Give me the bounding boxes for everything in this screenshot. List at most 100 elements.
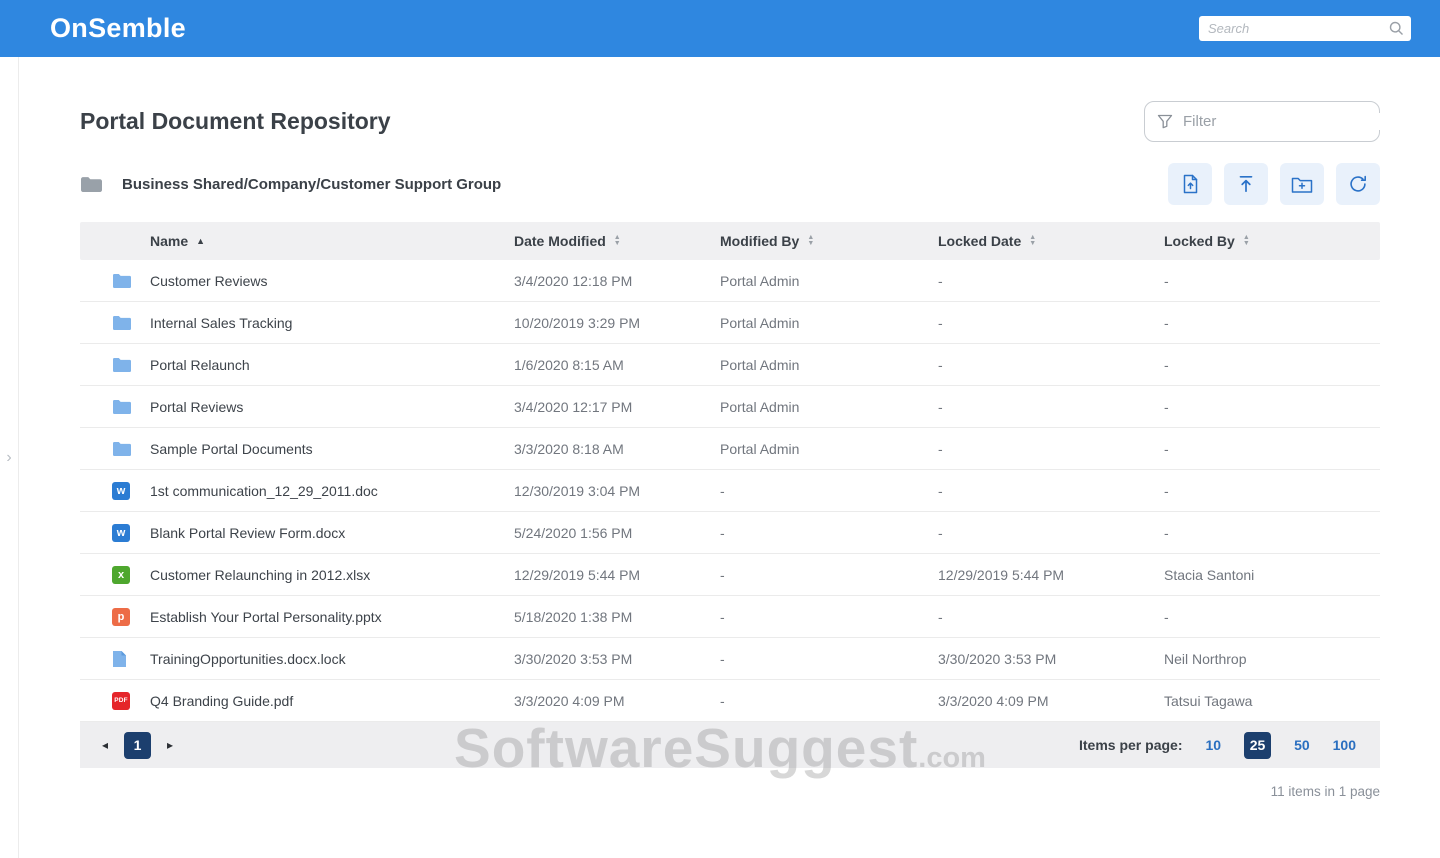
items-per-page-option-25[interactable]: 25 xyxy=(1244,732,1271,759)
modified-by: Portal Admin xyxy=(720,357,938,373)
table-row[interactable]: w 1st communication_12_29_2011.doc 12/30… xyxy=(80,470,1380,512)
upload-file-icon xyxy=(1181,174,1200,194)
locked-by: - xyxy=(1164,441,1380,457)
items-per-page-options: 10 25 50 100 xyxy=(1205,732,1356,759)
prev-page-button[interactable]: ◂ xyxy=(102,738,108,752)
pdf-icon: PDF xyxy=(80,692,150,710)
date-modified: 3/4/2020 12:17 PM xyxy=(514,399,720,415)
locked-by: - xyxy=(1164,483,1380,499)
table-row[interactable]: Sample Portal Documents 3/3/2020 8:18 AM… xyxy=(80,428,1380,470)
table-row[interactable]: p Establish Your Portal Personality.pptx… xyxy=(80,596,1380,638)
modified-by: - xyxy=(720,651,938,667)
table-row[interactable]: Portal Reviews 3/4/2020 12:17 PM Portal … xyxy=(80,386,1380,428)
file-name[interactable]: Sample Portal Documents xyxy=(150,441,514,457)
locked-by: - xyxy=(1164,525,1380,541)
table-header: Name ▲ Date Modified ▲▼ Modified By ▲▼ L… xyxy=(80,222,1380,260)
locked-date: 12/29/2019 5:44 PM xyxy=(938,567,1164,583)
file-icon xyxy=(80,650,150,668)
breadcrumb: Business Shared/Company/Customer Support… xyxy=(122,176,501,193)
locked-date: 3/30/2020 3:53 PM xyxy=(938,651,1164,667)
locked-date: - xyxy=(938,399,1164,415)
table-row[interactable]: Internal Sales Tracking 10/20/2019 3:29 … xyxy=(80,302,1380,344)
locked-by: - xyxy=(1164,609,1380,625)
table-row[interactable]: w Blank Portal Review Form.docx 5/24/202… xyxy=(80,512,1380,554)
file-name[interactable]: Establish Your Portal Personality.pptx xyxy=(150,609,514,625)
table-row[interactable]: Portal Relaunch 1/6/2020 8:15 AM Portal … xyxy=(80,344,1380,386)
file-name[interactable]: Internal Sales Tracking xyxy=(150,315,514,331)
date-modified: 1/6/2020 8:15 AM xyxy=(514,357,720,373)
filter-box xyxy=(1144,101,1380,142)
page-title: Portal Document Repository xyxy=(80,108,391,135)
top-bar: OnSemble xyxy=(0,0,1440,57)
new-folder-icon xyxy=(1291,175,1313,194)
next-page-button[interactable]: ▸ xyxy=(167,738,173,752)
locked-date: - xyxy=(938,315,1164,331)
folder-icon xyxy=(80,441,150,456)
pagination-bar: ◂ 1 ▸ Items per page: 102550100 xyxy=(80,722,1380,768)
locked-date: - xyxy=(938,441,1164,457)
new-folder-button[interactable] xyxy=(1280,163,1324,205)
column-header-modified-by[interactable]: Modified By ▲▼ xyxy=(720,233,938,249)
modified-by: - xyxy=(720,483,938,499)
table-row[interactable]: Customer Reviews 3/4/2020 12:18 PM Porta… xyxy=(80,260,1380,302)
main-content: Portal Document Repository Business Shar… xyxy=(19,57,1440,799)
file-name[interactable]: Customer Reviews xyxy=(150,273,514,289)
table-row[interactable]: x Customer Relaunching in 2012.xlsx 12/2… xyxy=(80,554,1380,596)
modified-by: Portal Admin xyxy=(720,273,938,289)
current-page-button[interactable]: 1 xyxy=(124,732,151,759)
column-header-name[interactable]: Name ▲ xyxy=(150,233,514,249)
folder-breadcrumb-icon xyxy=(80,176,103,193)
file-name[interactable]: Portal Relaunch xyxy=(150,357,514,373)
modified-by: Portal Admin xyxy=(720,441,938,457)
locked-by: - xyxy=(1164,357,1380,373)
date-modified: 3/3/2020 8:18 AM xyxy=(514,441,720,457)
column-header-date-modified[interactable]: Date Modified ▲▼ xyxy=(514,233,720,249)
search-icon[interactable] xyxy=(1389,21,1404,41)
file-name[interactable]: Customer Relaunching in 2012.xlsx xyxy=(150,567,514,583)
refresh-icon xyxy=(1348,174,1368,194)
word-icon: w xyxy=(80,524,150,542)
locked-date: - xyxy=(938,609,1164,625)
modified-by: Portal Admin xyxy=(720,399,938,415)
date-modified: 3/4/2020 12:18 PM xyxy=(514,273,720,289)
items-summary: 11 items in 1 page xyxy=(80,784,1380,799)
collapsed-sidebar: › xyxy=(0,57,19,858)
toolbar xyxy=(1168,163,1380,205)
sort-icon: ▲▼ xyxy=(1243,235,1250,247)
search-input[interactable] xyxy=(1199,16,1411,41)
expand-sidebar-chevron[interactable]: › xyxy=(6,449,11,467)
file-name[interactable]: Blank Portal Review Form.docx xyxy=(150,525,514,541)
modified-by: - xyxy=(720,567,938,583)
filter-input[interactable] xyxy=(1183,113,1382,130)
file-name[interactable]: Portal Reviews xyxy=(150,399,514,415)
table-row[interactable]: PDF Q4 Branding Guide.pdf 3/3/2020 4:09 … xyxy=(80,680,1380,722)
upload-file-button[interactable] xyxy=(1168,163,1212,205)
folder-icon xyxy=(80,357,150,372)
items-per-page-option-10[interactable]: 10 xyxy=(1205,737,1221,753)
locked-by: - xyxy=(1164,273,1380,289)
modified-by: - xyxy=(720,693,938,709)
table-row[interactable]: TrainingOpportunities.docx.lock 3/30/202… xyxy=(80,638,1380,680)
file-name[interactable]: TrainingOpportunities.docx.lock xyxy=(150,651,514,667)
date-modified: 3/3/2020 4:09 PM xyxy=(514,693,720,709)
refresh-button[interactable] xyxy=(1336,163,1380,205)
sort-icon: ▲▼ xyxy=(1029,235,1036,247)
app-logo[interactable]: OnSemble xyxy=(50,13,186,44)
file-name[interactable]: 1st communication_12_29_2011.doc xyxy=(150,483,514,499)
excel-icon: x xyxy=(80,566,150,584)
locked-date: - xyxy=(938,525,1164,541)
sort-icon: ▲▼ xyxy=(614,235,621,247)
locked-by: - xyxy=(1164,315,1380,331)
file-name[interactable]: Q4 Branding Guide.pdf xyxy=(150,693,514,709)
date-modified: 10/20/2019 3:29 PM xyxy=(514,315,720,331)
date-modified: 12/29/2019 5:44 PM xyxy=(514,567,720,583)
move-up-button[interactable] xyxy=(1224,163,1268,205)
items-per-page-option-50[interactable]: 50 xyxy=(1294,737,1310,753)
column-header-locked-date[interactable]: Locked Date ▲▼ xyxy=(938,233,1164,249)
column-header-locked-by[interactable]: Locked By ▲▼ xyxy=(1164,233,1380,249)
locked-date: 3/3/2020 4:09 PM xyxy=(938,693,1164,709)
sort-icon: ▲▼ xyxy=(807,235,814,247)
move-up-icon xyxy=(1236,174,1256,194)
items-per-page-option-100[interactable]: 100 xyxy=(1333,737,1356,753)
modified-by: - xyxy=(720,609,938,625)
